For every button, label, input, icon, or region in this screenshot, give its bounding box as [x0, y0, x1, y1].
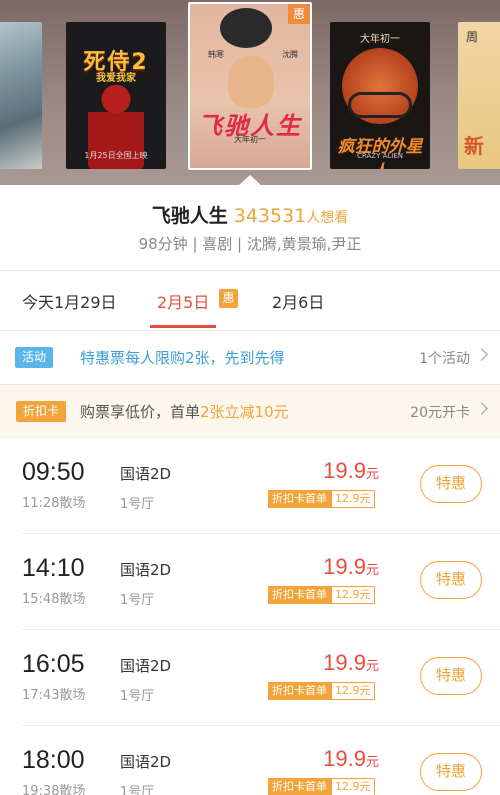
activity-text: 特惠票每人限购2张，先到先得 [80, 349, 285, 367]
price-unit: 元 [365, 754, 379, 769]
poster-crazy-alien[interactable]: 大年初一 疯狂的外星人 CRAZY ALIEN [330, 22, 430, 169]
discount-card-highlight: 2张立减10元 [200, 403, 289, 421]
hall: 1号厅 [120, 785, 155, 795]
price-value: 19.9 [323, 650, 366, 675]
movie-title-row: 飞驰人生 343531人想看 [0, 201, 500, 228]
hall: 1号厅 [120, 497, 155, 512]
price-value: 19.9 [323, 458, 366, 483]
card-label: 折扣卡首单 [268, 682, 331, 700]
discount-card-price-tag: 折扣卡首单 12.9元 [268, 586, 375, 604]
language-format: 国语2D [120, 753, 172, 771]
activity-count: 1个活动 [419, 351, 470, 367]
buy-special-button[interactable]: 特惠 [420, 753, 482, 791]
poster-face-graphic [228, 56, 274, 108]
price: 19.9元 [323, 650, 379, 676]
start-time: 16:05 [22, 650, 85, 678]
price-unit: 元 [365, 466, 379, 481]
poster-pan-graphic [220, 8, 272, 48]
showtime-row[interactable]: 14:10 15:48散场 国语2D 1号厅 19.9元 折扣卡首单 12.9元 … [0, 534, 500, 630]
end-time: 11:28散场 [22, 496, 86, 511]
selected-poster-caret [238, 175, 262, 185]
discount-card-tag: 折扣卡 [16, 401, 67, 422]
card-label: 折扣卡首单 [268, 586, 331, 604]
poster-director-name: 韩寒 [208, 50, 224, 59]
end-time: 17:43散场 [22, 688, 86, 703]
movie-title: 飞驰人生 [151, 205, 228, 227]
hall: 1号厅 [120, 593, 155, 608]
card-label: 折扣卡首单 [268, 778, 331, 795]
buy-special-button[interactable]: 特惠 [420, 465, 482, 503]
poster-deadpool2[interactable]: 死侍2 我爱我家 1月25日全国上映 [66, 22, 166, 169]
poster-top-text: 大年初一 [360, 34, 400, 45]
tab-discount-badge: 惠 [219, 289, 238, 308]
tab-active-underline [150, 325, 216, 328]
poster-title: 疯狂的外星人 [337, 137, 423, 169]
discount-card-price-tag: 折扣卡首单 12.9元 [268, 682, 375, 700]
tab-today[interactable]: 今天1月29日 [22, 289, 117, 313]
poster-release-date: 1月25日全国上映 [84, 151, 148, 160]
price: 19.9元 [323, 458, 379, 484]
showtime-row[interactable]: 18:00 19:38散场 国语2D 1号厅 19.9元 折扣卡首单 12.9元 … [0, 726, 500, 795]
price-value: 19.9 [323, 554, 366, 579]
discount-card-promo-row[interactable]: 折扣卡 购票享低价，首单2张立减10元 20元开卡 [0, 385, 500, 437]
poster-actor-name: 沈腾 [282, 50, 298, 59]
poster-top-text: 周 [466, 30, 479, 44]
poster-carousel[interactable]: 死侍2 我爱我家 1月25日全国上映 韩寒 沈腾 飞驰人生 大年初一 惠 大年初… [0, 0, 500, 185]
discount-card-price-tag: 折扣卡首单 12.9元 [268, 778, 375, 795]
discount-badge: 惠 [288, 4, 310, 24]
price: 19.9元 [323, 554, 379, 580]
poster-partial[interactable]: 周 新 [458, 22, 500, 169]
discount-card-text-prefix: 购票享低价，首单 [80, 403, 201, 421]
start-time: 09:50 [22, 458, 85, 486]
price-unit: 元 [365, 658, 379, 673]
buy-special-button[interactable]: 特惠 [420, 561, 482, 599]
hall: 1号厅 [120, 689, 155, 704]
movie-meta: 98分钟 | 喜剧 | 沈腾,黄景瑜,尹正 [138, 235, 362, 253]
chevron-right-icon [475, 348, 488, 361]
poster-title: 新 [464, 134, 484, 158]
want-count: 343531 [233, 205, 307, 227]
date-tabs: 今天1月29日 2月5日 惠 2月6日 [0, 271, 500, 330]
start-time: 18:00 [22, 746, 85, 774]
showtime-row[interactable]: 16:05 17:43散场 国语2D 1号厅 19.9元 折扣卡首单 12.9元 … [0, 630, 500, 726]
discount-card-text: 购票享低价，首单2张立减10元 [80, 401, 289, 422]
card-price: 12.9元 [331, 682, 375, 700]
language-format: 国语2D [120, 465, 172, 483]
language-format: 国语2D [120, 561, 172, 579]
open-card-link: 20元开卡 [410, 405, 470, 421]
tab-feb5[interactable]: 2月5日 [157, 289, 209, 313]
tab-feb6[interactable]: 2月6日 [272, 289, 324, 313]
want-label: 人想看 [306, 210, 349, 226]
activity-tag: 活动 [15, 347, 54, 368]
card-price: 12.9元 [331, 490, 375, 508]
end-time: 19:38散场 [22, 784, 86, 795]
poster-subtitle: 大年初一 [234, 135, 266, 144]
showtime-row[interactable]: 09:50 11:28散场 国语2D 1号厅 19.9元 折扣卡首单 12.9元 … [0, 438, 500, 534]
price-unit: 元 [365, 562, 379, 577]
poster-disaster[interactable] [0, 22, 42, 169]
discount-card-price-tag: 折扣卡首单 12.9元 [268, 490, 375, 508]
card-price: 12.9元 [331, 778, 375, 795]
chevron-right-icon [475, 402, 488, 415]
language-format: 国语2D [120, 657, 172, 675]
poster-subtitle: 我爱我家 [96, 73, 136, 84]
card-label: 折扣卡首单 [268, 490, 331, 508]
poster-bike-graphic [348, 92, 412, 118]
activity-promo-row[interactable]: 活动 特惠票每人限购2张，先到先得 1个活动 [0, 331, 500, 383]
poster-subtitle: CRAZY ALIEN [357, 152, 403, 160]
end-time: 15:48散场 [22, 592, 86, 607]
price: 19.9元 [323, 746, 379, 772]
card-price: 12.9元 [331, 586, 375, 604]
poster-feichirensheng-selected[interactable]: 韩寒 沈腾 飞驰人生 大年初一 惠 [188, 2, 312, 170]
price-value: 19.9 [323, 746, 366, 771]
buy-special-button[interactable]: 特惠 [420, 657, 482, 695]
start-time: 14:10 [22, 554, 85, 582]
